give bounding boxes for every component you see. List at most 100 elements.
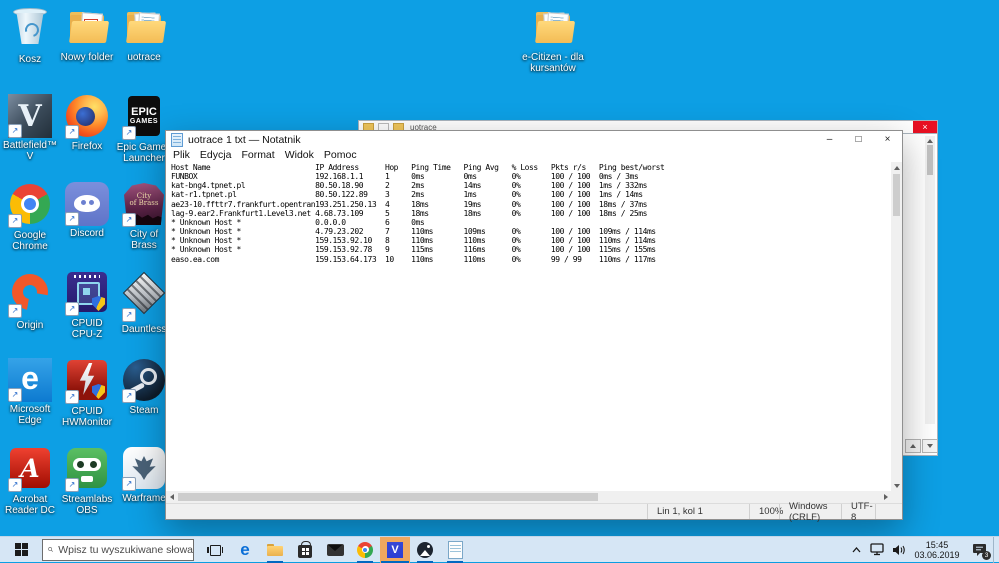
cpuid-hwmonitor-icon: ↗ <box>65 360 109 404</box>
tray-overflow-button[interactable] <box>846 537 867 563</box>
taskbar-explorer-button[interactable] <box>260 537 290 563</box>
zoom-level: 100% <box>749 504 779 519</box>
desktop-icon-epic-games-launcher[interactable]: EPICGAMES↗Epic Games Launcher <box>116 94 172 164</box>
taskbar-chrome-button[interactable] <box>350 537 380 563</box>
minimize-button[interactable]: – <box>815 131 844 149</box>
shortcut-arrow-icon: ↗ <box>65 212 79 226</box>
shortcut-arrow-icon: ↗ <box>8 214 22 228</box>
shortcut-arrow-icon: ↗ <box>122 308 136 322</box>
desktop-icon-cpuid-cpu-z[interactable]: ↗CPUID CPU-Z <box>59 270 115 340</box>
desktop-icon-label: Microsoft Edge <box>2 404 58 426</box>
desktop-icon-acrobat-reader-dc[interactable]: A↗Acrobat Reader DC <box>2 446 58 516</box>
task-view-button[interactable] <box>200 537 230 563</box>
scrollbar-thumb[interactable] <box>927 145 933 175</box>
taskbar-notepad-button[interactable] <box>440 537 470 563</box>
desktop-icon-dauntless[interactable]: ↗Dauntless <box>116 270 172 335</box>
taskbar-store-button[interactable] <box>290 537 320 563</box>
explorer-scrollbar[interactable] <box>925 136 935 424</box>
desktop-icon-origin[interactable]: ↗Origin <box>2 270 58 331</box>
e-citizen-folder-icon <box>531 6 575 50</box>
desktop-icon-label: Nowy folder <box>59 52 115 63</box>
desktop-icon-uotrace-folder[interactable]: uotrace <box>116 6 172 63</box>
taskbar-mail-button[interactable] <box>320 537 350 563</box>
clock[interactable]: 15:45 03.06.2019 <box>909 540 965 560</box>
notepad-text[interactable]: Host Name IP Address Hop Ping Time Ping … <box>166 162 891 491</box>
warframe-icon: ↗ <box>122 447 166 491</box>
uotrace-folder-icon <box>122 6 166 50</box>
desktop-icon-label: City of Brass <box>116 229 172 251</box>
menu-widok[interactable]: Widok <box>280 149 319 162</box>
shortcut-arrow-icon: ↗ <box>65 478 79 492</box>
action-center-button[interactable]: 3 <box>965 537 993 563</box>
desktop-icon-discord[interactable]: ↗ Discord <box>59 182 115 239</box>
notepad-titlebar[interactable]: uotrace 1 txt — Notatnik – □ × <box>166 131 902 149</box>
notepad-icon <box>448 541 463 559</box>
desktop-icon-kosz[interactable]: Kosz <box>2 6 58 65</box>
explorer-close-button[interactable]: × <box>913 121 937 133</box>
city-of-brass-icon: Cityof Brass↗ <box>122 183 166 227</box>
menu-plik[interactable]: Plik <box>168 149 195 162</box>
desktop-icon-steam[interactable]: ↗Steam <box>116 358 172 416</box>
shortcut-arrow-icon: ↗ <box>65 390 79 404</box>
desktop-icon-city-of-brass[interactable]: Cityof Brass↗City of Brass <box>116 182 172 251</box>
horizontal-scrollbar[interactable] <box>166 491 891 503</box>
scroll-left-icon[interactable] <box>166 494 177 500</box>
maximize-button[interactable]: □ <box>844 131 873 149</box>
scroll-up-icon[interactable] <box>894 162 900 173</box>
search-input[interactable]: Wpisz tu wyszukiwane słowa <box>42 539 194 561</box>
desktop-icon-battlefield-v[interactable]: V↗Battlefield™ V <box>2 94 58 162</box>
mail-icon <box>327 544 344 556</box>
desktop-icon-cpuid-hwmonitor[interactable]: ↗ CPUID HWMonitor <box>59 358 115 428</box>
scroll-right-icon[interactable] <box>880 494 891 500</box>
streamlabs-obs-icon: ↗ <box>65 448 109 492</box>
scroll-down-icon[interactable] <box>894 480 900 491</box>
scroll-up-icon[interactable] <box>927 139 933 143</box>
taskbar-edge-button[interactable]: e <box>230 537 260 563</box>
chrome-icon <box>357 542 373 558</box>
shortcut-arrow-icon: ↗ <box>65 302 79 316</box>
taskbar-vapp-button[interactable]: V <box>380 537 410 563</box>
desktop-icon-label: Origin <box>2 320 58 331</box>
close-button[interactable]: × <box>873 131 902 149</box>
desktop-icon-label: Battlefield™ V <box>2 140 58 162</box>
menu-edycja[interactable]: Edycja <box>195 149 237 162</box>
taskbar-photos-button[interactable] <box>410 537 440 563</box>
scrollbar-thumb[interactable] <box>893 174 900 216</box>
acrobat-reader-dc-icon: A↗ <box>8 448 52 492</box>
menu-pomoc[interactable]: Pomoc <box>319 149 362 162</box>
google-chrome-icon: ↗ <box>8 184 52 228</box>
desktop-icon-label: CPUID HWMonitor <box>59 406 115 428</box>
desktop-icon-warframe[interactable]: ↗Warframe <box>116 446 172 504</box>
search-icon <box>48 544 53 555</box>
spin-up-button[interactable] <box>905 439 921 453</box>
search-placeholder: Wpisz tu wyszukiwane słowa <box>58 544 193 556</box>
spin-down-button[interactable] <box>922 439 938 453</box>
dauntless-icon: ↗ <box>122 278 166 322</box>
store-icon <box>298 542 312 558</box>
explorer-window-edge <box>903 133 938 456</box>
desktop-icon-microsoft-edge[interactable]: e↗Microsoft Edge <box>2 358 58 426</box>
caret-position: Lin 1, kol 1 <box>647 504 749 519</box>
vapp-icon: V <box>387 542 403 558</box>
desktop-icon-label: Epic Games Launcher <box>116 142 172 164</box>
desktop-icon-streamlabs-obs[interactable]: ↗Streamlabs OBS <box>59 446 115 516</box>
photos-icon <box>417 542 433 558</box>
show-desktop-button[interactable] <box>993 537 999 563</box>
scrollbar-thumb[interactable] <box>178 493 598 501</box>
desktop-icon-nowy-folder[interactable]: PDFNowy folder <box>59 6 115 63</box>
shortcut-arrow-icon: ↗ <box>122 126 136 140</box>
desktop-icon-e-citizen-folder[interactable]: e-Citizen - dla kursantów <box>521 6 585 74</box>
network-button[interactable] <box>867 537 888 563</box>
explorer-spin-buttons <box>905 439 939 453</box>
volume-button[interactable] <box>888 537 909 563</box>
tray-time: 15:45 <box>909 540 965 550</box>
desktop-icon-firefox[interactable]: ↗Firefox <box>59 94 115 152</box>
shortcut-arrow-icon: ↗ <box>8 478 22 492</box>
speaker-icon <box>892 544 906 556</box>
desktop-icon-google-chrome[interactable]: ↗Google Chrome <box>2 182 58 252</box>
menu-format[interactable]: Format <box>236 149 279 162</box>
vertical-scrollbar[interactable] <box>891 162 902 491</box>
desktop-icon-label: Discord <box>59 228 115 239</box>
battlefield-v-icon: V↗ <box>8 94 52 138</box>
start-button[interactable] <box>0 537 42 563</box>
